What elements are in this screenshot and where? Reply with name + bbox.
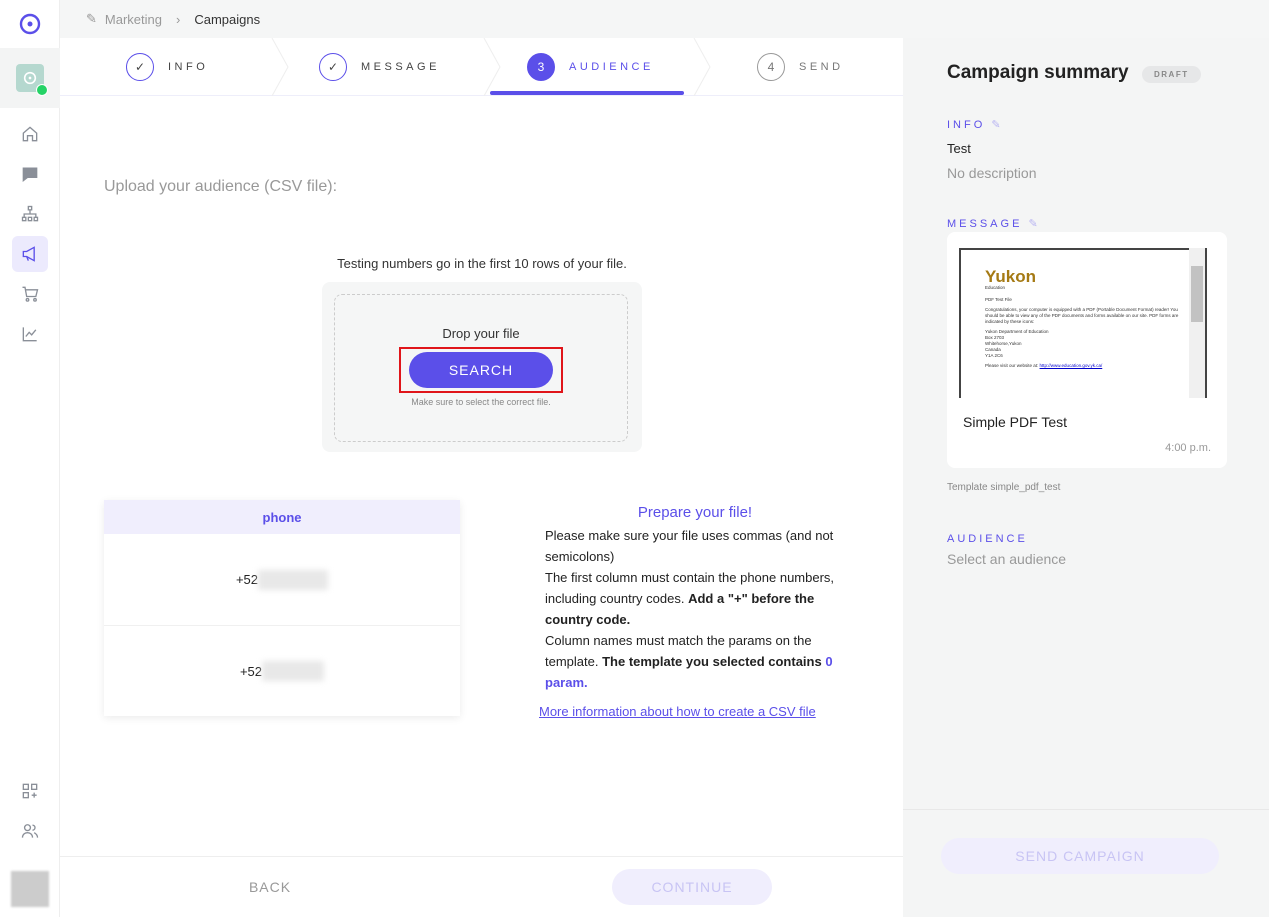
search-file-button[interactable]: SEARCH [409, 352, 553, 388]
step-audience[interactable]: 3 AUDIENCE [527, 38, 654, 96]
step-label: MESSAGE [361, 61, 440, 73]
phone-cell: +52 [239, 663, 263, 679]
csv-info-link[interactable]: More information about how to create a C… [539, 701, 845, 722]
summary-title: Campaign summary [947, 62, 1129, 83]
step-label: INFO [168, 61, 209, 73]
column-header-phone: phone [104, 500, 460, 534]
breadcrumb: ✎ Marketing › Campaigns [60, 0, 903, 38]
step-label: SEND [799, 61, 844, 73]
redacted [262, 661, 325, 681]
step-separator [693, 38, 711, 96]
text: Please visit our website at: [985, 363, 1039, 368]
yukon-logo: Yukon [985, 267, 1037, 286]
phone-cell: +52 [235, 572, 259, 587]
send-campaign-button[interactable]: SEND CAMPAIGN [941, 838, 1219, 874]
breadcrumb-current: Campaigns [194, 11, 261, 27]
template-name: Template simple_pdf_test [947, 482, 1061, 493]
divider [903, 809, 1269, 810]
audience-section-label: AUDIENCE [947, 533, 1028, 545]
step-separator [483, 38, 501, 96]
text-bold: The template you selected contains [602, 654, 826, 669]
main-panel: ✓ INFO ✓ MESSAGE 3 AUDIENCE 4 SEND Upload yo… [60, 38, 903, 917]
message-title: Simple PDF Test [963, 414, 1067, 430]
marketing-icon: ✎ [86, 11, 97, 26]
info-description: No description [947, 165, 1037, 181]
text: PDF Test File [985, 297, 1012, 302]
prepare-instructions: Prepare your file! Please make sure your… [539, 502, 845, 722]
analytics-icon[interactable] [12, 316, 48, 352]
back-button[interactable]: BACK [230, 869, 310, 905]
apps-add-icon[interactable] [12, 773, 48, 809]
sidebar [0, 0, 60, 917]
active-step-indicator [490, 91, 684, 95]
campaign-summary-panel: Campaign summary DRAFT INFO ✎ Test No de… [903, 38, 1269, 917]
breadcrumb-parent[interactable]: Marketing [105, 12, 162, 27]
step-message[interactable]: ✓ MESSAGE [319, 38, 440, 96]
app-logo-icon[interactable] [18, 12, 42, 41]
text: INFO [947, 119, 986, 131]
message-preview-card: Yukon Education PDF Test File Congratula… [947, 232, 1227, 468]
prepare-title: Prepare your file! [637, 504, 753, 521]
pdf-preview: Yukon Education PDF Test File Congratula… [959, 248, 1207, 398]
dropzone-container: Drop your file SEARCH Make sure to selec… [322, 282, 642, 452]
audience-value: Select an audience [947, 551, 1067, 567]
drop-label: Drop your file [442, 326, 520, 341]
step-label: AUDIENCE [569, 61, 654, 73]
message-section-label: MESSAGE ✎ [947, 217, 1038, 230]
message-time: 4:00 p.m. [1165, 442, 1211, 454]
dropzone[interactable]: Drop your file SEARCH Make sure to selec… [334, 294, 628, 442]
chat-icon[interactable] [12, 156, 48, 192]
step-separator [271, 38, 289, 96]
preview-table: phone +52 +52 [104, 500, 460, 716]
cart-icon[interactable] [12, 276, 48, 312]
table-row: +52 [104, 534, 460, 626]
upload-title: Upload your audience (CSV file): [104, 178, 338, 195]
stepper: ✓ INFO ✓ MESSAGE 3 AUDIENCE 4 SEND [60, 38, 903, 96]
check-icon: ✓ [126, 53, 154, 81]
info-section-label: INFO ✎ [947, 118, 1001, 131]
chevron-right-icon: › [175, 11, 181, 27]
whatsapp-icon [36, 84, 48, 96]
edit-icon[interactable]: ✎ [991, 119, 1000, 131]
status-badge: DRAFT [1142, 66, 1201, 83]
edit-icon[interactable]: ✎ [1028, 218, 1037, 230]
info-name: Test [947, 141, 971, 156]
home-icon[interactable] [12, 116, 48, 152]
step-info[interactable]: ✓ INFO [126, 38, 208, 96]
instruction-params: Column names must match the params on th… [545, 630, 845, 693]
channel-avatar[interactable] [16, 64, 48, 96]
user-avatar[interactable] [11, 871, 49, 907]
redacted [258, 569, 329, 590]
instruction-phone: The first column must contain the phone … [545, 567, 845, 630]
upload-hint: Make sure to select the correct file. [411, 397, 551, 407]
step-send[interactable]: 4 SEND [757, 38, 844, 96]
step-number: 3 [527, 53, 555, 81]
check-icon: ✓ [319, 53, 347, 81]
hierarchy-icon[interactable] [12, 196, 48, 232]
step-number: 4 [757, 53, 785, 81]
text: MESSAGE [947, 218, 1023, 230]
table-row: +52 [104, 626, 460, 716]
text: Congratulations, your computer is equipp… [985, 307, 1179, 324]
megaphone-icon[interactable] [12, 236, 48, 272]
pdf-link: http://www.education.gov.yk.ca/ [1039, 363, 1103, 368]
continue-button[interactable]: CONTINUE [612, 869, 772, 905]
pdf-scrollbar[interactable] [1189, 248, 1205, 398]
divider [60, 856, 903, 857]
instruction-commas: Please make sure your file uses commas (… [545, 528, 834, 564]
text: Y1A 2C6 [985, 353, 1003, 358]
users-icon[interactable] [12, 813, 48, 849]
testing-note: Testing numbers go in the first 10 rows … [337, 256, 627, 271]
